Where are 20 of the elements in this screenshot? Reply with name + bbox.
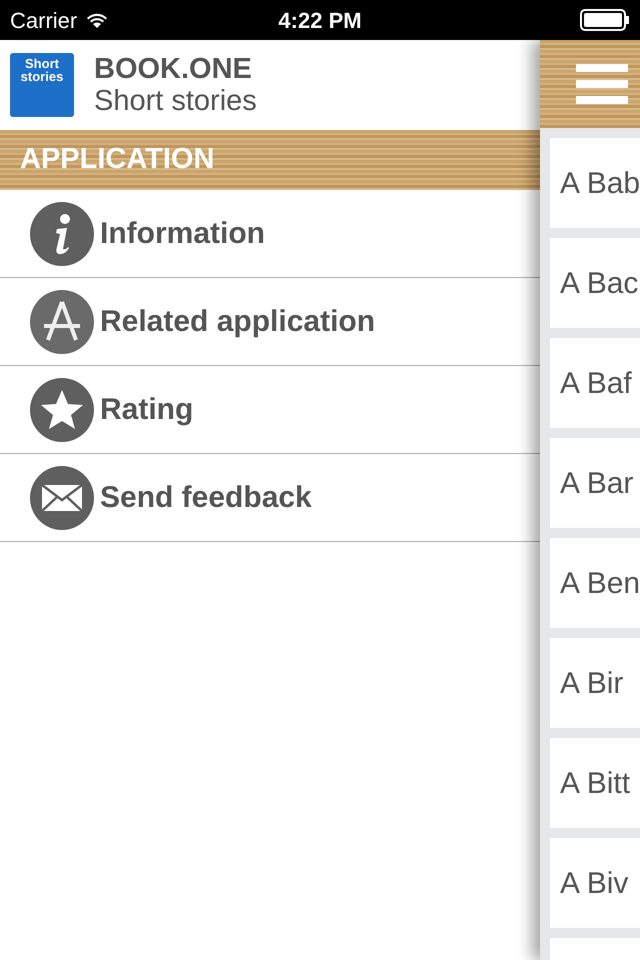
story-item[interactable]: A Bir	[550, 638, 640, 728]
section-header: APPLICATION	[0, 130, 540, 190]
story-item[interactable]: A Bar	[550, 438, 640, 528]
app-title: BOOK.ONE	[94, 53, 253, 85]
wifi-icon	[85, 11, 110, 29]
envelope-icon	[30, 466, 94, 530]
story-item[interactable]: A Baf	[550, 338, 640, 428]
menu-button[interactable]	[576, 64, 628, 104]
info-icon	[30, 202, 94, 266]
story-item[interactable]: A Biv	[550, 838, 640, 928]
carrier-label: Carrier	[10, 6, 78, 34]
time-label: 4:22 PM	[278, 6, 362, 34]
app-logo: Short stories	[10, 53, 74, 117]
story-item[interactable]: A Bab	[550, 138, 640, 228]
battery-icon	[580, 9, 630, 31]
story-item[interactable]: A Bac	[550, 238, 640, 328]
story-item[interactable]: A Ben	[550, 538, 640, 628]
app-subtitle: Short stories	[94, 85, 257, 117]
story-item[interactable]: A Bitt	[550, 738, 640, 828]
compass-icon	[30, 290, 94, 354]
